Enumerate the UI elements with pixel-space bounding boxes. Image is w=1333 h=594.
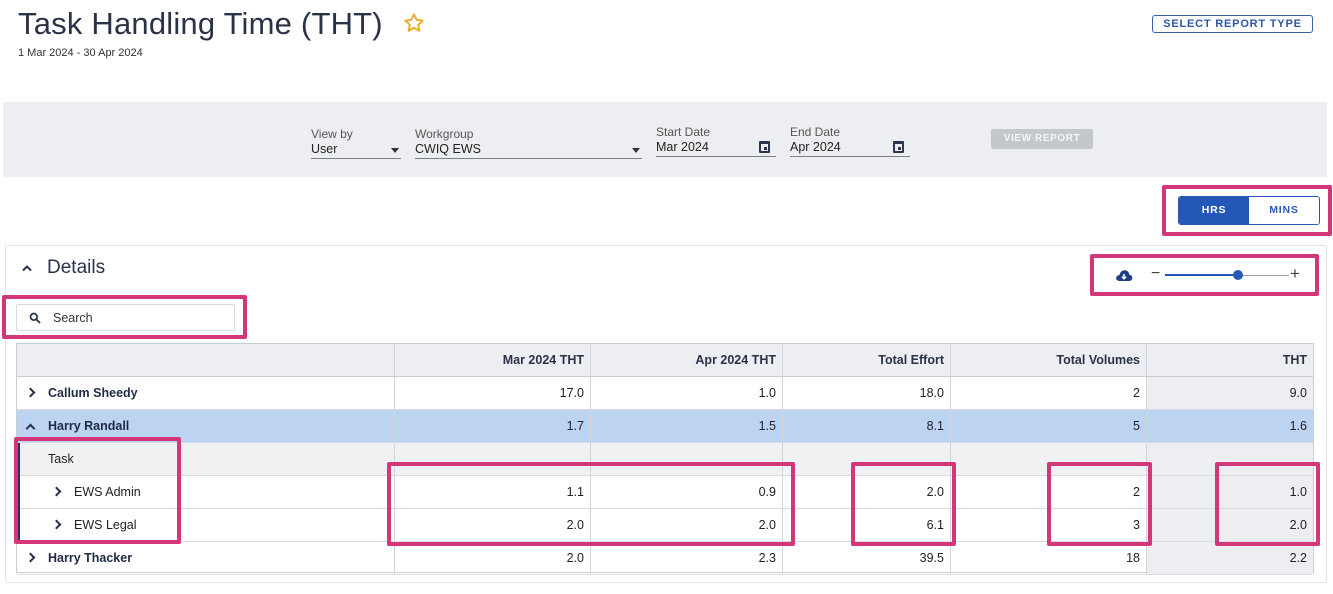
calendar-icon[interactable] — [893, 141, 904, 153]
cell-tht: 1.0 — [1146, 476, 1313, 508]
chevron-down-icon — [632, 148, 640, 153]
calendar-icon[interactable] — [759, 141, 770, 153]
start-date-field[interactable]: Start Date Mar 2024 — [656, 125, 776, 157]
cell-volumes: 2 — [950, 476, 1146, 508]
empty-cell — [590, 443, 782, 475]
empty-cell — [1146, 443, 1313, 475]
workgroup-value[interactable]: CWIQ EWS — [415, 142, 642, 159]
workgroup-select[interactable]: Workgroup CWIQ EWS — [415, 127, 642, 159]
header-total-effort[interactable]: Total Effort — [782, 344, 950, 376]
select-report-type-button[interactable]: SELECT REPORT TYPE — [1152, 15, 1313, 33]
cell-mar: 1.1 — [394, 476, 590, 508]
chevron-down-icon — [391, 148, 399, 153]
row-name: Harry Randall — [48, 419, 130, 433]
row-name: EWS Admin — [74, 485, 141, 499]
row-name: EWS Legal — [74, 518, 137, 532]
details-title: Details — [47, 257, 106, 278]
table-header-row: Mar 2024 THT Apr 2024 THT Total Effort T… — [17, 344, 1313, 377]
page-title: Task Handling Time (THT) — [18, 6, 383, 41]
empty-cell — [950, 443, 1146, 475]
zoom-slider-handle[interactable] — [1233, 270, 1243, 280]
cell-effort: 8.1 — [782, 410, 950, 442]
search-icon — [29, 312, 41, 324]
cell-volumes: 3 — [950, 509, 1146, 541]
group-header-row: Task — [17, 443, 1313, 476]
cloud-download-icon[interactable] — [1115, 268, 1133, 282]
mins-toggle-button[interactable]: MINS — [1249, 197, 1319, 224]
workgroup-label: Workgroup — [415, 127, 474, 141]
cell-effort: 6.1 — [782, 509, 950, 541]
header-total-volumes[interactable]: Total Volumes — [950, 344, 1146, 376]
cell-apr: 2.0 — [590, 509, 782, 541]
view-by-label: View by — [311, 127, 353, 141]
row-name: Harry Thacker — [48, 551, 133, 565]
cell-tht: 2.2 — [1146, 542, 1313, 574]
table-row[interactable]: Callum Sheedy 17.0 1.0 18.0 2 9.0 — [17, 377, 1313, 410]
header-tht[interactable]: THT — [1146, 344, 1313, 376]
cell-mar: 17.0 — [394, 377, 590, 409]
header-mar-tht[interactable]: Mar 2024 THT — [394, 344, 590, 376]
end-date-field[interactable]: End Date Apr 2024 — [790, 125, 910, 157]
header-apr-tht[interactable]: Apr 2024 THT — [590, 344, 782, 376]
chevron-up-icon[interactable] — [21, 262, 33, 274]
cell-apr: 1.5 — [590, 410, 782, 442]
cell-apr: 2.3 — [590, 542, 782, 574]
view-by-value[interactable]: User — [311, 142, 401, 159]
group-indent-bar — [17, 443, 20, 542]
cell-mar: 2.0 — [394, 509, 590, 541]
empty-cell — [394, 443, 590, 475]
search-input[interactable]: Search — [16, 304, 235, 331]
search-placeholder: Search — [53, 311, 93, 325]
details-table: Mar 2024 THT Apr 2024 THT Total Effort T… — [16, 343, 1314, 575]
view-report-button[interactable]: VIEW REPORT — [991, 129, 1093, 149]
cell-apr: 1.0 — [590, 377, 782, 409]
unit-toggle: HRS MINS — [1178, 196, 1320, 225]
table-row-selected[interactable]: Harry Randall 1.7 1.5 8.1 5 1.6 — [17, 410, 1313, 443]
group-label: Task — [48, 452, 74, 466]
date-range: 1 Mar 2024 - 30 Apr 2024 — [18, 47, 143, 59]
table-row-child[interactable]: EWS Admin 1.1 0.9 2.0 2 1.0 — [17, 476, 1313, 509]
header-name-cell — [17, 344, 394, 376]
zoom-in-button[interactable]: + — [1290, 264, 1300, 284]
cell-volumes: 2 — [950, 377, 1146, 409]
favorite-star-icon[interactable] — [403, 12, 425, 34]
cell-volumes: 5 — [950, 410, 1146, 442]
row-name: Callum Sheedy — [48, 386, 138, 400]
cell-mar: 2.0 — [394, 542, 590, 574]
cell-tht: 1.6 — [1146, 410, 1313, 442]
table-row[interactable]: Harry Thacker 2.0 2.3 39.5 18 2.2 — [17, 542, 1313, 575]
end-date-label: End Date — [790, 125, 841, 139]
start-date-value[interactable]: Mar 2024 — [656, 140, 776, 157]
cell-tht: 9.0 — [1146, 377, 1313, 409]
hrs-toggle-button[interactable]: HRS — [1179, 197, 1249, 224]
zoom-out-button[interactable]: − — [1151, 265, 1160, 283]
cell-apr: 0.9 — [590, 476, 782, 508]
cell-effort: 39.5 — [782, 542, 950, 574]
zoom-slider-fill — [1165, 274, 1238, 276]
view-by-select[interactable]: View by User — [311, 127, 401, 159]
end-date-value[interactable]: Apr 2024 — [790, 140, 910, 157]
empty-cell — [782, 443, 950, 475]
cell-tht: 2.0 — [1146, 509, 1313, 541]
cell-effort: 2.0 — [782, 476, 950, 508]
cell-mar: 1.7 — [394, 410, 590, 442]
cell-effort: 18.0 — [782, 377, 950, 409]
table-row-child[interactable]: EWS Legal 2.0 2.0 6.1 3 2.0 — [17, 509, 1313, 542]
start-date-label: Start Date — [656, 125, 711, 139]
cell-volumes: 18 — [950, 542, 1146, 574]
